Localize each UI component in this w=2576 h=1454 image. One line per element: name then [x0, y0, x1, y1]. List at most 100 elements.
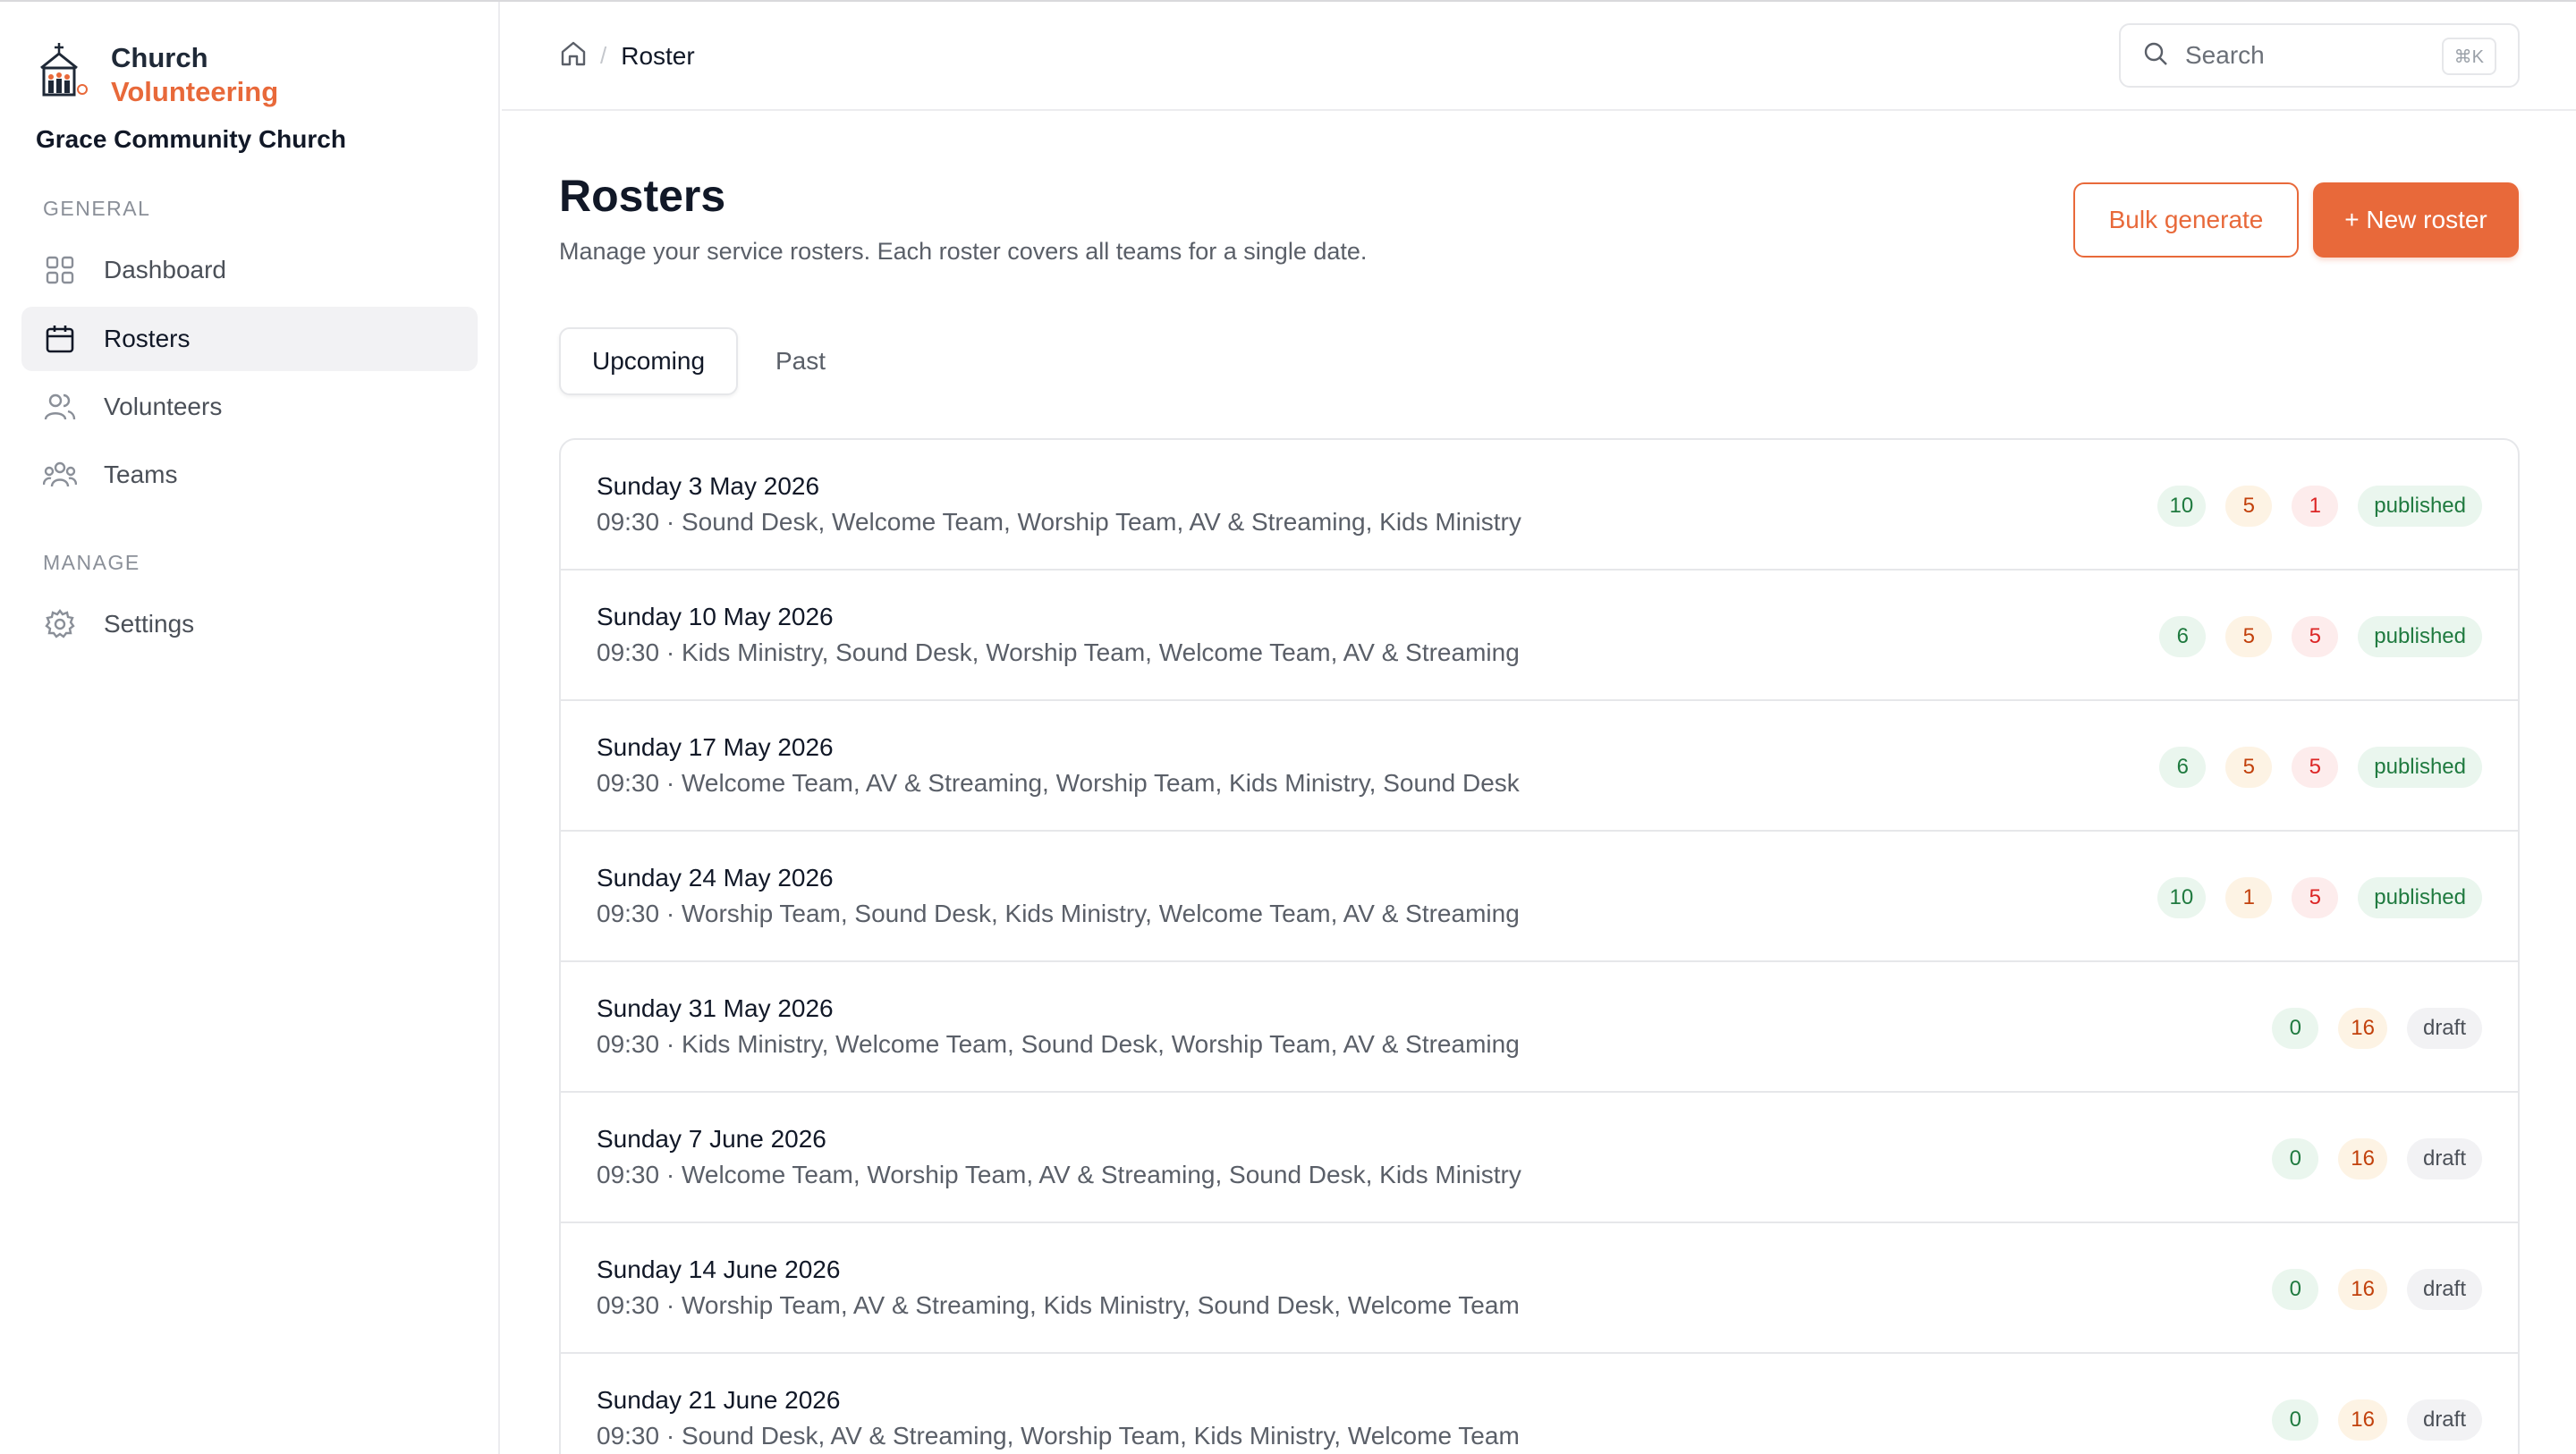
- roster-date: Sunday 3 May 2026: [597, 472, 820, 500]
- roster-date: Sunday 21 June 2026: [597, 1386, 841, 1414]
- sidebar-item-label: Teams: [104, 461, 178, 488]
- search-input[interactable]: Search ⌘K: [2119, 23, 2520, 88]
- roster-date: Sunday 10 May 2026: [597, 603, 834, 630]
- breadcrumb: / Roster: [559, 39, 695, 72]
- pending-count-badge: 16: [2338, 1008, 2387, 1049]
- sidebar-item-label: Settings: [104, 610, 195, 638]
- roster-badges: 0 16 draft: [2252, 1008, 2482, 1049]
- roster-badges: 6 5 5 published: [2140, 747, 2482, 788]
- status-badge: published: [2358, 877, 2482, 918]
- status-badge: published: [2358, 616, 2482, 657]
- sidebar-item-rosters[interactable]: Rosters: [21, 307, 478, 371]
- roster-badges: 0 16 draft: [2252, 1138, 2482, 1179]
- declined-count-badge: 5: [2292, 616, 2339, 657]
- roster-row[interactable]: Sunday 3 May 2026 09:30 · Sound Desk, We…: [561, 440, 2518, 571]
- top-bar: / Roster Search ⌘K: [502, 2, 2576, 111]
- pending-count-badge: 16: [2338, 1269, 2387, 1310]
- pending-count-badge: 16: [2338, 1399, 2387, 1441]
- roster-details: 09:30 · Sound Desk, Welcome Team, Worshi…: [597, 508, 1521, 536]
- sidebar-item-label: Volunteers: [104, 393, 223, 420]
- search-placeholder: Search: [2185, 41, 2265, 69]
- sidebar-item-teams[interactable]: Teams: [21, 443, 478, 507]
- section-label-manage: MANAGE: [43, 551, 140, 574]
- filled-count-badge: 0: [2272, 1269, 2319, 1310]
- roster-date: Sunday 24 May 2026: [597, 864, 834, 892]
- roster-details: 09:30 · Sound Desk, AV & Streaming, Wors…: [597, 1422, 1520, 1450]
- sidebar-item-settings[interactable]: Settings: [21, 592, 478, 656]
- app-window: Church Volunteering Grace Community Chur…: [0, 0, 2576, 1454]
- church-logo-icon: [40, 43, 88, 97]
- page-subtitle: Manage your service rosters. Each roster…: [559, 238, 1368, 265]
- status-badge: published: [2358, 486, 2482, 527]
- gear-icon: [43, 607, 77, 641]
- roster-date: Sunday 7 June 2026: [597, 1125, 826, 1153]
- section-label-general: GENERAL: [43, 197, 151, 220]
- declined-count-badge: 1: [2292, 486, 2339, 527]
- pending-count-badge: 16: [2338, 1138, 2387, 1179]
- roster-badges: 0 16 draft: [2252, 1399, 2482, 1441]
- filled-count-badge: 6: [2159, 747, 2207, 788]
- sidebar-item-label: Dashboard: [104, 256, 226, 283]
- filled-count-badge: 0: [2272, 1399, 2319, 1441]
- status-badge: draft: [2406, 1138, 2482, 1179]
- roster-date: Sunday 31 May 2026: [597, 994, 834, 1022]
- roster-row[interactable]: Sunday 17 May 2026 09:30 · Welcome Team,…: [561, 701, 2518, 832]
- calendar-icon: [43, 322, 77, 356]
- filled-count-badge: 10: [2157, 877, 2207, 918]
- roster-date: Sunday 14 June 2026: [597, 1255, 841, 1283]
- breadcrumb-separator: /: [600, 42, 607, 69]
- page-title: Rosters: [559, 171, 726, 221]
- sidebar-item-label: Rosters: [104, 325, 191, 352]
- tab-upcoming[interactable]: Upcoming: [559, 327, 738, 395]
- roster-details: 09:30 · Kids Ministry, Sound Desk, Worsh…: [597, 638, 1520, 666]
- tab-past[interactable]: Past: [756, 327, 845, 395]
- status-badge: draft: [2406, 1399, 2482, 1441]
- sidebar-item-dashboard[interactable]: Dashboard: [21, 238, 478, 302]
- roster-badges: 6 5 5 published: [2140, 616, 2482, 657]
- roster-details: 09:30 · Welcome Team, AV & Streaming, Wo…: [597, 769, 1520, 797]
- pending-count-badge: 5: [2225, 747, 2273, 788]
- users-icon: [43, 390, 77, 424]
- team-icon: [43, 458, 77, 492]
- search-shortcut-hint: ⌘K: [2441, 38, 2496, 75]
- pending-count-badge: 5: [2225, 616, 2273, 657]
- roster-row[interactable]: Sunday 24 May 2026 09:30 · Worship Team,…: [561, 832, 2518, 962]
- roster-row[interactable]: Sunday 21 June 2026 09:30 · Sound Desk, …: [561, 1354, 2518, 1454]
- filled-count-badge: 0: [2272, 1008, 2319, 1049]
- roster-details: 09:30 · Welcome Team, Worship Team, AV &…: [597, 1161, 1521, 1188]
- status-badge: published: [2358, 747, 2482, 788]
- filled-count-badge: 10: [2157, 486, 2207, 527]
- roster-details: 09:30 · Kids Ministry, Welcome Team, Sou…: [597, 1030, 1520, 1058]
- roster-details: 09:30 · Worship Team, AV & Streaming, Ki…: [597, 1291, 1520, 1319]
- status-badge: draft: [2406, 1269, 2482, 1310]
- filled-count-badge: 0: [2272, 1138, 2319, 1179]
- home-icon[interactable]: [559, 39, 588, 72]
- brand-name-line1: Church: [111, 42, 208, 73]
- roster-details: 09:30 · Worship Team, Sound Desk, Kids M…: [597, 900, 1520, 927]
- roster-row[interactable]: Sunday 14 June 2026 09:30 · Worship Team…: [561, 1223, 2518, 1354]
- roster-date: Sunday 17 May 2026: [597, 733, 834, 761]
- declined-count-badge: 5: [2292, 747, 2339, 788]
- filled-count-badge: 6: [2159, 616, 2207, 657]
- brand-name-line2: Volunteering: [111, 76, 279, 107]
- roster-row[interactable]: Sunday 7 June 2026 09:30 · Welcome Team,…: [561, 1093, 2518, 1223]
- roster-row[interactable]: Sunday 31 May 2026 09:30 · Kids Ministry…: [561, 962, 2518, 1093]
- roster-badges: 10 1 5 published: [2138, 877, 2482, 918]
- search-icon: [2142, 40, 2169, 72]
- roster-list: Sunday 3 May 2026 09:30 · Sound Desk, We…: [559, 438, 2520, 1454]
- organization-name: Grace Community Church: [36, 125, 346, 153]
- brand-logo[interactable]: Church Volunteering: [38, 41, 278, 109]
- pending-count-badge: 5: [2225, 486, 2273, 527]
- roster-badges: 0 16 draft: [2252, 1269, 2482, 1310]
- grid-icon: [43, 253, 77, 287]
- sidebar: Church Volunteering Grace Community Chur…: [0, 2, 500, 1454]
- roster-row[interactable]: Sunday 10 May 2026 09:30 · Kids Ministry…: [561, 571, 2518, 701]
- pending-count-badge: 1: [2225, 877, 2273, 918]
- bulk-generate-button[interactable]: Bulk generate: [2073, 182, 2299, 258]
- breadcrumb-current: Roster: [621, 41, 695, 70]
- roster-badges: 10 5 1 published: [2138, 486, 2482, 527]
- declined-count-badge: 5: [2292, 877, 2339, 918]
- status-badge: draft: [2406, 1008, 2482, 1049]
- sidebar-item-volunteers[interactable]: Volunteers: [21, 375, 478, 439]
- new-roster-button[interactable]: + New roster: [2313, 182, 2519, 258]
